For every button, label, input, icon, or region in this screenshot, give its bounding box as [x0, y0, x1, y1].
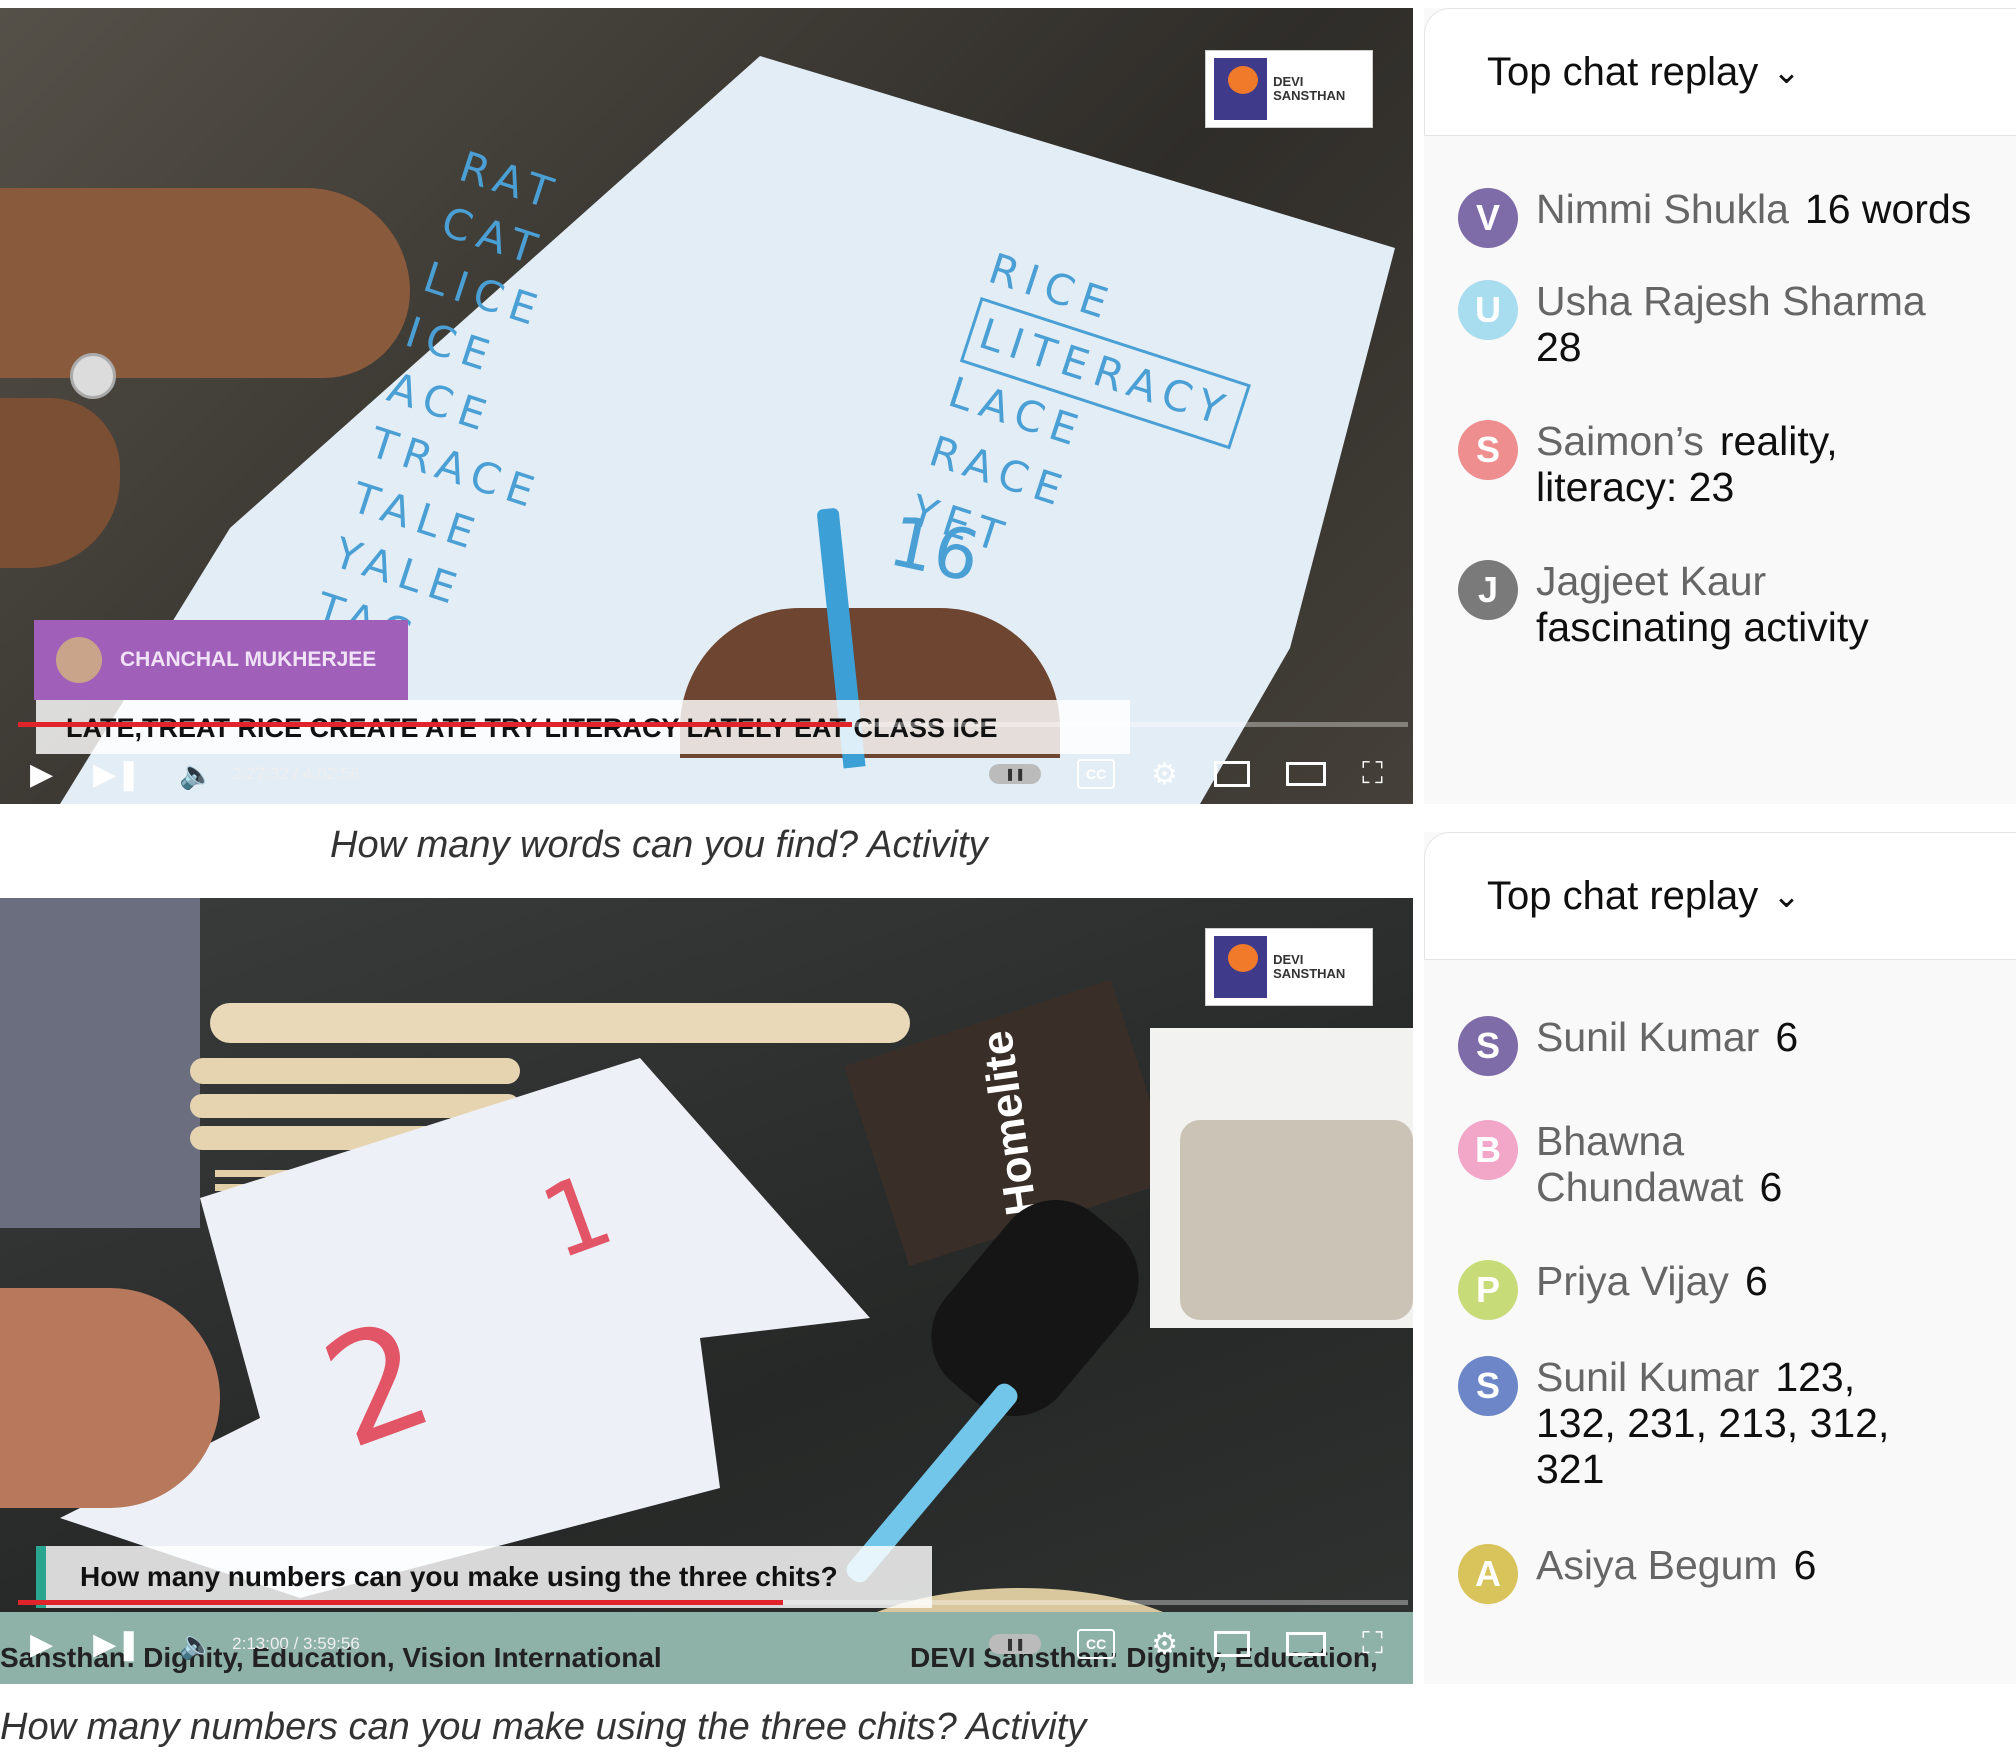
logo-tree-icon — [1214, 936, 1268, 998]
chat-title: Top chat replay — [1487, 49, 1759, 94]
chat-author: Usha Rajesh Sharma — [1536, 278, 1926, 324]
hand — [0, 1288, 220, 1508]
chat-message: V Nimmi Shukla 16 words — [1458, 186, 1996, 248]
settings-gear-icon[interactable]: ⚙ — [1151, 757, 1178, 792]
chat-author: Bhawna Chundawat — [1536, 1118, 1744, 1210]
theater-mode-icon[interactable] — [1286, 762, 1326, 786]
chat-text: 16 words — [1804, 186, 1972, 232]
avatar: J — [1458, 560, 1518, 620]
autoplay-toggle[interactable]: ❚❚ — [989, 764, 1042, 784]
volume-icon[interactable]: 🔈 — [179, 758, 214, 791]
chat-text: 6 — [1775, 1014, 1799, 1060]
chat-author: Asiya Begum — [1536, 1542, 1778, 1588]
player-controls: ▶ ▶❚ 🔈 2:27:32 / 4:02:56 ❚❚ CC ⚙ ⛶ — [0, 744, 1413, 804]
ring — [70, 353, 116, 399]
chat-author: Sunil Kumar — [1536, 1354, 1760, 1400]
subtitles-icon[interactable]: CC — [1077, 1629, 1116, 1659]
miniplayer-icon[interactable] — [1214, 1631, 1250, 1657]
chat-header[interactable]: Top chat replay ⌄ — [1424, 832, 2016, 960]
miniplayer-icon[interactable] — [1214, 761, 1250, 787]
chat-message: A Asiya Begum 6 — [1458, 1542, 1996, 1604]
settings-gear-icon[interactable]: ⚙ — [1151, 1627, 1178, 1662]
fullscreen-icon[interactable]: ⛶ — [1362, 1627, 1383, 1661]
chat-message: B Bhawna Chundawat 6 — [1458, 1118, 1996, 1210]
chevron-down-icon[interactable]: ⌄ — [1772, 876, 1801, 916]
chevron-down-icon[interactable]: ⌄ — [1772, 52, 1801, 92]
video-1-caption: How many words can you find? Activity — [330, 824, 988, 866]
avatar: B — [1458, 1120, 1518, 1180]
video-caption-bar: How many numbers can you make using the … — [36, 1546, 932, 1608]
phone — [1180, 1120, 1413, 1320]
avatar: S — [1458, 420, 1518, 480]
time-display: 2:27:32 / 4:02:56 — [232, 764, 360, 783]
avatar: S — [1458, 1016, 1518, 1076]
progress-played — [18, 1600, 783, 1605]
volume-icon[interactable]: 🔈 — [179, 1628, 214, 1661]
video-player-1[interactable]: RAT CAT LICE ICE ACE TRACE TALE YALE TAC… — [0, 8, 1413, 804]
avatar: A — [1458, 1544, 1518, 1604]
autoplay-toggle[interactable]: ❚❚ — [989, 1634, 1042, 1654]
avatar: U — [1458, 280, 1518, 340]
chat-message: J Jagjeet Kaur fascinating activity — [1458, 558, 1996, 650]
chat-text: 6 — [1744, 1258, 1768, 1304]
video-player-2[interactable]: 1 2 Homelite DEVI SANSTHAN How many numb… — [0, 898, 1413, 1684]
theater-mode-icon[interactable] — [1286, 1632, 1326, 1656]
chat-text: 6 — [1793, 1542, 1817, 1588]
chat-header[interactable]: Top chat replay ⌄ — [1424, 8, 2016, 136]
chat-text: 28 — [1536, 324, 1582, 370]
avatar: S — [1458, 1356, 1518, 1416]
channel-logo: DEVI SANSTHAN — [1205, 928, 1373, 1006]
chat-title: Top chat replay — [1487, 873, 1759, 918]
next-icon[interactable]: ▶❚ — [93, 757, 141, 792]
avatar: P — [1458, 1260, 1518, 1320]
chat-message: S Sunil Kumar 123, 132, 231, 213, 312, 32… — [1458, 1354, 1996, 1492]
chat-text: 6 — [1759, 1164, 1783, 1210]
fullscreen-icon[interactable]: ⛶ — [1362, 757, 1383, 791]
chat-message: S Saimon’s reality, literacy: 23 — [1458, 418, 1996, 510]
presenter-name: CHANCHAL MUKHERJEE — [120, 648, 377, 671]
chat-author: Jagjeet Kaur — [1536, 558, 1767, 604]
logo-tree-icon — [1214, 58, 1268, 120]
presenter-avatar — [56, 637, 102, 683]
chat-message: U Usha Rajesh Sharma 28 — [1458, 278, 1996, 370]
chat-author: Priya Vijay — [1536, 1258, 1729, 1304]
chat-author: Saimon’s — [1536, 418, 1704, 464]
avatar: V — [1458, 188, 1518, 248]
chat-author: Nimmi Shukla — [1536, 186, 1789, 232]
play-icon[interactable]: ▶ — [30, 1627, 53, 1662]
chat-panel-1: Top chat replay ⌄ V Nimmi Shukla 16 words… — [1424, 8, 2016, 804]
play-icon[interactable]: ▶ — [30, 757, 53, 792]
progress-bar[interactable] — [18, 1600, 1408, 1605]
hand — [0, 188, 410, 378]
video-2-caption: How many numbers can you make using the … — [0, 1706, 1087, 1748]
channel-logo: DEVI SANSTHAN — [1205, 50, 1373, 128]
player-controls: ▶ ▶❚ 🔈 2:13:00 / 3:59:56 ❚❚ CC ⚙ ⛶ — [0, 1614, 1413, 1674]
presenter-tag: CHANCHAL MUKHERJEE — [34, 620, 408, 700]
next-icon[interactable]: ▶❚ — [93, 1627, 141, 1662]
chat-message: P Priya Vijay 6 — [1458, 1258, 1996, 1320]
progress-played — [18, 722, 852, 727]
subtitles-icon[interactable]: CC — [1077, 759, 1116, 789]
chat-panel-2: Top chat replay ⌄ S Sunil Kumar 6 B Bhawn… — [1424, 832, 2016, 1684]
chat-text: fascinating activity — [1536, 604, 1869, 650]
chat-author: Sunil Kumar — [1536, 1014, 1760, 1060]
time-display: 2:13:00 / 3:59:56 — [232, 1634, 360, 1653]
progress-bar[interactable] — [18, 722, 1408, 727]
chat-message: S Sunil Kumar 6 — [1458, 1014, 1996, 1076]
